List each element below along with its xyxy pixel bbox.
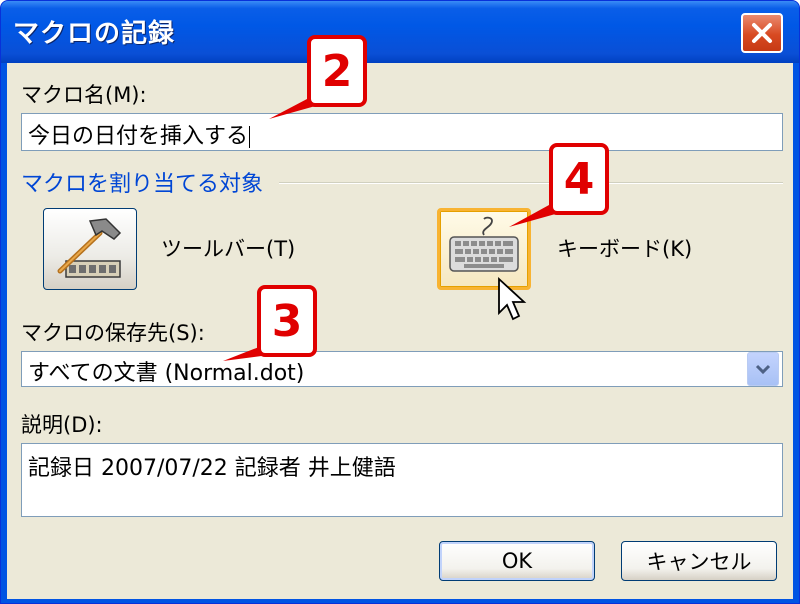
section-divider (279, 182, 783, 184)
callout-3: 3 (257, 285, 317, 357)
close-button[interactable] (741, 13, 783, 53)
keyboard-icon (449, 216, 519, 272)
close-icon (752, 23, 772, 43)
ok-button[interactable]: OK (439, 541, 595, 581)
macro-record-dialog: マクロの記録 マクロ名(M): 今日の日付を挿入する マクロを割り当てる対象 ツ… (0, 0, 800, 604)
store-location-label: マクロの保存先(S): (21, 321, 205, 345)
cancel-button[interactable]: キャンセル (621, 541, 777, 581)
window-title: マクロの記録 (13, 19, 176, 49)
description-value: 記録日 2007/07/22 記録者 井上健語 (28, 456, 396, 481)
title-bar[interactable]: マクロの記録 (1, 1, 799, 63)
assign-section-label: マクロを割り当てる対象 (21, 172, 264, 197)
store-location-value: すべての文書 (Normal.dot) (28, 361, 305, 386)
store-location-dropdown-button[interactable] (747, 352, 779, 386)
toolbar-assign-button[interactable] (43, 208, 137, 290)
hammer-toolbar-icon (57, 218, 122, 278)
dialog-body: マクロ名(M): 今日の日付を挿入する マクロを割り当てる対象 ツールバー(T) (7, 63, 793, 599)
keyboard-assign-button[interactable] (437, 208, 531, 290)
macro-name-label: マクロ名(M): (21, 83, 147, 107)
callout-2: 2 (307, 35, 367, 107)
text-cursor (249, 126, 251, 148)
store-location-select[interactable]: すべての文書 (Normal.dot) (21, 351, 783, 387)
macro-name-value: 今日の日付を挿入する (28, 124, 249, 149)
callout-4: 4 (549, 143, 609, 215)
description-label: 説明(D): (21, 413, 103, 437)
macro-name-input[interactable]: 今日の日付を挿入する (21, 113, 783, 151)
chevron-down-icon (755, 364, 771, 375)
keyboard-assign-label: キーボード(K) (557, 237, 693, 261)
description-textarea[interactable]: 記録日 2007/07/22 記録者 井上健語 (21, 443, 783, 517)
toolbar-assign-label: ツールバー(T) (161, 237, 296, 261)
